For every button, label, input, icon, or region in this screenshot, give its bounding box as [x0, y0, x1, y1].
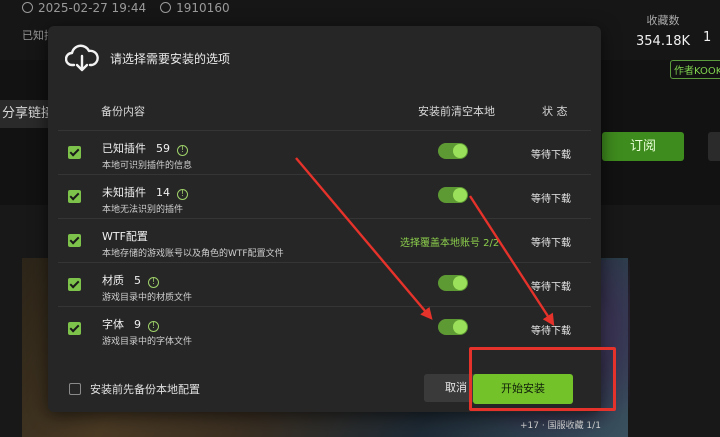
row-name: 字体 9!	[102, 316, 159, 332]
row-status: 等待下载	[531, 282, 571, 293]
row-checkbox[interactable]	[68, 146, 81, 159]
backup-before-install-checkbox[interactable]	[69, 383, 81, 395]
row-name: 材质 5!	[102, 272, 159, 288]
cloud-download-icon	[65, 44, 99, 72]
table-row: 字体 9! 游戏目录中的字体文件 等待下载	[58, 306, 591, 350]
row-description: 本地无法识别的插件	[102, 205, 184, 215]
info-icon[interactable]: !	[177, 145, 188, 156]
row-name: 未知插件 14!	[102, 184, 188, 200]
table-row: WTF配置 本地存储的游戏账号以及角色的WTF配置文件 选择覆盖本地账号 2/2…	[58, 218, 591, 262]
table-row: 未知插件 14! 本地无法识别的插件 等待下载	[58, 174, 591, 218]
column-header-status: 状 态	[542, 105, 568, 118]
column-header-content: 备份内容	[101, 105, 145, 118]
row-checkbox[interactable]	[68, 190, 81, 203]
clear-before-install-toggle[interactable]	[438, 319, 468, 335]
favorites-label: 收藏数	[646, 14, 680, 27]
backup-before-install-label: 安装前先备份本地配置	[90, 383, 200, 396]
select-account-link[interactable]: 选择覆盖本地账号 2/2	[400, 234, 499, 249]
row-name: 已知插件 59!	[102, 140, 188, 156]
post-views: 1910160	[160, 1, 230, 15]
row-status: 等待下载	[531, 326, 571, 337]
favorites-stat: 收藏数 354.18K	[636, 12, 690, 49]
dialog-title: 请选择需要安装的选项	[110, 52, 231, 66]
row-checkbox[interactable]	[68, 278, 81, 291]
start-install-highlight	[469, 347, 616, 411]
clock-icon	[22, 2, 33, 13]
info-icon[interactable]: !	[177, 189, 188, 200]
table-row: 已知插件 59! 本地可识别插件的信息 等待下载	[58, 130, 591, 174]
info-icon[interactable]: !	[148, 321, 159, 332]
clear-before-install-toggle[interactable]	[438, 275, 468, 291]
more-button[interactable]	[708, 132, 720, 161]
post-meta: 2025-02-27 19:44 1910160	[22, 0, 230, 16]
clear-before-install-toggle[interactable]	[438, 187, 468, 203]
post-date: 2025-02-27 19:44	[22, 1, 146, 15]
column-header-clear: 安装前清空本地	[418, 105, 495, 118]
row-description: 游戏目录中的材质文件	[102, 293, 193, 303]
author-badge: 作者KOOK	[670, 60, 720, 79]
row-description: 本地可识别插件的信息	[102, 161, 193, 171]
row-description: 本地存储的游戏账号以及角色的WTF配置文件	[102, 249, 284, 259]
row-description: 游戏目录中的字体文件	[102, 337, 193, 347]
subscribe-button[interactable]: 订阅	[602, 132, 684, 161]
eye-icon	[160, 2, 172, 13]
row-checkbox[interactable]	[68, 234, 81, 247]
table-row: 材质 5! 游戏目录中的材质文件 等待下载	[58, 262, 591, 306]
row-status: 等待下载	[531, 238, 571, 249]
row-status: 等待下载	[531, 150, 571, 161]
info-icon[interactable]: !	[148, 277, 159, 288]
second-stat-value: 1	[703, 30, 712, 45]
favorites-value: 354.18K	[636, 34, 691, 49]
row-status: 等待下载	[531, 194, 571, 205]
clear-before-install-toggle[interactable]	[438, 143, 468, 159]
row-checkbox[interactable]	[68, 322, 81, 335]
row-name: WTF配置	[102, 230, 148, 243]
game-hud-text: +17 · 国服收藏 1/1	[520, 421, 601, 431]
